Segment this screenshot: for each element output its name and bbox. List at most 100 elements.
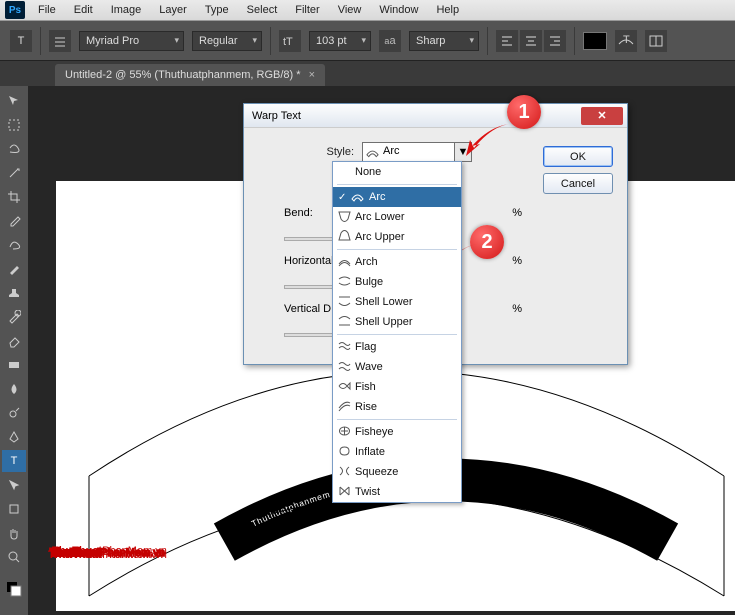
history-brush-tool-icon[interactable] [2, 306, 26, 328]
menu-view[interactable]: View [329, 0, 371, 21]
style-option-bulge[interactable]: Bulge [333, 272, 461, 292]
style-option-wave[interactable]: Wave [333, 357, 461, 377]
fisheye-icon [338, 425, 351, 437]
text-color-swatch[interactable] [583, 32, 607, 50]
align-left-button[interactable] [496, 30, 518, 52]
style-option-arch[interactable]: Arch [333, 252, 461, 272]
style-option-shell-upper[interactable]: Shell Upper [333, 312, 461, 332]
shell-lower-icon [338, 295, 351, 307]
shape-tool-icon[interactable] [2, 498, 26, 520]
menu-layer[interactable]: Layer [150, 0, 196, 21]
option-label: Wave [355, 361, 383, 373]
arc-icon [351, 190, 364, 202]
wand-tool-icon[interactable] [2, 162, 26, 184]
style-option-arc-upper[interactable]: Arc Upper [333, 227, 461, 247]
menu-file[interactable]: File [29, 0, 65, 21]
style-option-fish[interactable]: Fish [333, 377, 461, 397]
bulge-icon [338, 275, 351, 287]
divider [270, 27, 271, 55]
dodge-tool-icon[interactable] [2, 402, 26, 424]
zoom-tool-icon[interactable] [2, 546, 26, 568]
document-tab-title: Untitled-2 @ 55% (Thuthuatphanmem, RGB/8… [65, 69, 301, 81]
tool-column: T [0, 86, 28, 615]
style-option-arc-lower[interactable]: Arc Lower [333, 207, 461, 227]
close-tab-icon[interactable]: × [309, 69, 315, 81]
document-tab[interactable]: Untitled-2 @ 55% (Thuthuatphanmem, RGB/8… [55, 64, 325, 86]
menu-help[interactable]: Help [427, 0, 468, 21]
font-family-dropdown[interactable]: Myriad Pro [79, 31, 184, 51]
warp-text-button[interactable]: T [615, 30, 637, 52]
ok-button[interactable]: OK [543, 146, 613, 167]
watermark-a: ThuThuat [50, 547, 100, 559]
style-option-inflate[interactable]: Inflate [333, 442, 461, 462]
separator [337, 419, 457, 420]
menu-filter[interactable]: Filter [286, 0, 328, 21]
style-option-twist[interactable]: Twist [333, 482, 461, 502]
type-tool-preset-icon[interactable]: T [10, 30, 32, 52]
style-option-arc[interactable]: Arc [333, 187, 461, 207]
option-label: Bulge [355, 276, 383, 288]
divider [40, 27, 41, 55]
option-label: Arc [369, 191, 386, 203]
option-label: Arc Lower [355, 211, 405, 223]
watermark-c: .vn [150, 547, 165, 559]
align-right-button[interactable] [544, 30, 566, 52]
blur-tool-icon[interactable] [2, 378, 26, 400]
pen-tool-icon[interactable] [2, 426, 26, 448]
menu-select[interactable]: Select [238, 0, 287, 21]
rise-icon [338, 400, 351, 412]
dialog-title: Warp Text [252, 110, 301, 122]
stamp-tool-icon[interactable] [2, 282, 26, 304]
path-select-tool-icon[interactable] [2, 474, 26, 496]
style-dropdown-list[interactable]: None Arc Arc Lower Arc Upper Arch Bulge … [332, 161, 462, 503]
svg-text:T: T [623, 34, 630, 46]
style-dropdown[interactable]: Arc ▼ [362, 142, 472, 162]
style-option-none[interactable]: None [333, 162, 461, 182]
gradient-tool-icon[interactable] [2, 354, 26, 376]
brush-tool-icon[interactable] [2, 258, 26, 280]
twist-icon [338, 485, 351, 497]
aa-icon: aa [379, 30, 401, 52]
style-option-squeeze[interactable]: Squeeze [333, 462, 461, 482]
option-label: Shell Lower [355, 296, 412, 308]
panels-button[interactable] [645, 30, 667, 52]
option-label: Inflate [355, 446, 385, 458]
eraser-tool-icon[interactable] [2, 330, 26, 352]
style-option-shell-lower[interactable]: Shell Lower [333, 292, 461, 312]
separator [337, 249, 457, 250]
watermark: ThuThuatPhanMem.vn [50, 534, 165, 560]
wave-icon [338, 360, 351, 372]
dialog-titlebar[interactable]: Warp Text ✕ [244, 104, 627, 128]
menu-window[interactable]: Window [370, 0, 427, 21]
fgbg-reset-icon[interactable] [2, 578, 26, 600]
app-menu-bar: Ps File Edit Image Layer Type Select Fil… [0, 0, 735, 21]
marquee-tool-icon[interactable] [2, 114, 26, 136]
dialog-close-button[interactable]: ✕ [581, 107, 623, 125]
menu-type[interactable]: Type [196, 0, 238, 21]
menu-edit[interactable]: Edit [65, 0, 102, 21]
crop-tool-icon[interactable] [2, 186, 26, 208]
app-logo: Ps [5, 1, 25, 19]
text-align-group [496, 30, 566, 52]
hand-tool-icon[interactable] [2, 522, 26, 544]
separator [337, 184, 457, 185]
font-weight-dropdown[interactable]: Regular [192, 31, 262, 51]
arc-upper-icon [338, 230, 351, 242]
antialias-dropdown[interactable]: Sharp [409, 31, 479, 51]
watermark-b: PhanMem [100, 547, 150, 559]
font-size-field[interactable]: 103 pt [309, 31, 371, 51]
align-center-button[interactable] [520, 30, 542, 52]
style-option-fisheye[interactable]: Fisheye [333, 422, 461, 442]
options-bar: T Myriad Pro Regular tT 103 pt aa Sharp … [0, 21, 735, 61]
style-option-flag[interactable]: Flag [333, 337, 461, 357]
heal-tool-icon[interactable] [2, 234, 26, 256]
menu-image[interactable]: Image [102, 0, 151, 21]
cancel-button[interactable]: Cancel [543, 173, 613, 194]
type-tool-icon[interactable]: T [2, 450, 26, 472]
lasso-tool-icon[interactable] [2, 138, 26, 160]
orientation-toggle-icon[interactable] [49, 30, 71, 52]
style-option-rise[interactable]: Rise [333, 397, 461, 417]
eyedropper-tool-icon[interactable] [2, 210, 26, 232]
move-tool-icon[interactable] [2, 90, 26, 112]
option-label: Fish [355, 381, 376, 393]
